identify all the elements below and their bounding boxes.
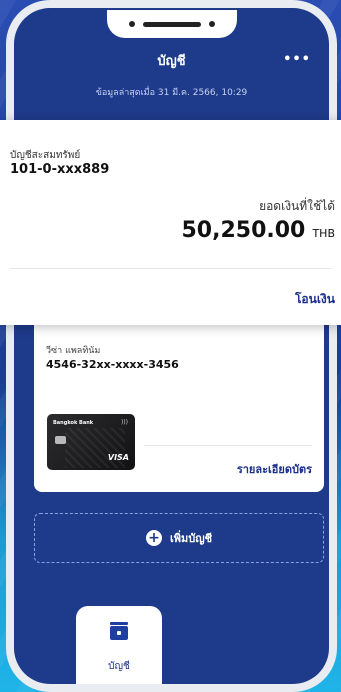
card-number: 4546-32xx-xxxx-3456 (46, 358, 179, 371)
card-pattern (65, 428, 125, 468)
camera-dot (128, 21, 135, 27)
chip-icon (55, 436, 66, 444)
divider (10, 268, 331, 269)
card-detail-link[interactable]: รายละเอียดบัตร (237, 460, 312, 478)
plus-icon: + (145, 530, 162, 546)
balance-currency: THB (312, 227, 335, 240)
speaker-bar (142, 21, 201, 27)
balance-amount: 50,250.00 (181, 218, 306, 243)
add-account-label: เพิ่มบัญชี (169, 532, 213, 545)
account-type: บัญชีสะสมทรัพย์ (10, 150, 81, 161)
more-icon[interactable]: ••• (283, 52, 311, 67)
notch (106, 10, 237, 38)
balance-row: 50,250.00 THB (181, 218, 335, 243)
card-image[interactable]: Bangkok Bank ))) VISA (47, 414, 135, 470)
contactless-icon: ))) (120, 419, 128, 426)
tab-accounts-label: บัญชี (108, 661, 130, 672)
account-summary-sheet: บัญชีสะสมทรัพย์ 101-0-xxx889 ยอดเงินที่ใ… (0, 120, 341, 325)
phone-frame: บัญชี ข้อมูลล่าสุดเมื่อ 31 มี.ค. 2566, 1… (6, 0, 337, 692)
balance-label: ยอดเงินที่ใช้ได้ (259, 199, 335, 213)
app-header: บัญชี ข้อมูลล่าสุดเมื่อ 31 มี.ค. 2566, 1… (14, 50, 329, 99)
card-type: วีซ่า แพลทินัม (46, 346, 101, 356)
divider (144, 445, 312, 446)
last-updated: ข้อมูลล่าสุดเมื่อ 31 มี.ค. 2566, 10:29 (95, 88, 248, 98)
wallet-icon (110, 622, 128, 640)
account-number: 101-0-xxx889 (10, 162, 110, 177)
tab-accounts[interactable]: บัญชี (76, 606, 162, 684)
card-network: VISA (107, 453, 129, 462)
page-title: บัญชี (157, 54, 186, 69)
card-brand: Bangkok Bank (53, 420, 94, 426)
sensor-dot (208, 21, 215, 27)
transfer-button[interactable]: โอนเงิน (295, 290, 335, 309)
add-account-button[interactable]: + เพิ่มบัญชี (34, 513, 324, 563)
credit-card-panel: วีซ่า แพลทินัม 4546-32xx-xxxx-3456 Bangk… (34, 308, 324, 492)
phone-screen: บัญชี ข้อมูลล่าสุดเมื่อ 31 มี.ค. 2566, 1… (14, 8, 329, 684)
